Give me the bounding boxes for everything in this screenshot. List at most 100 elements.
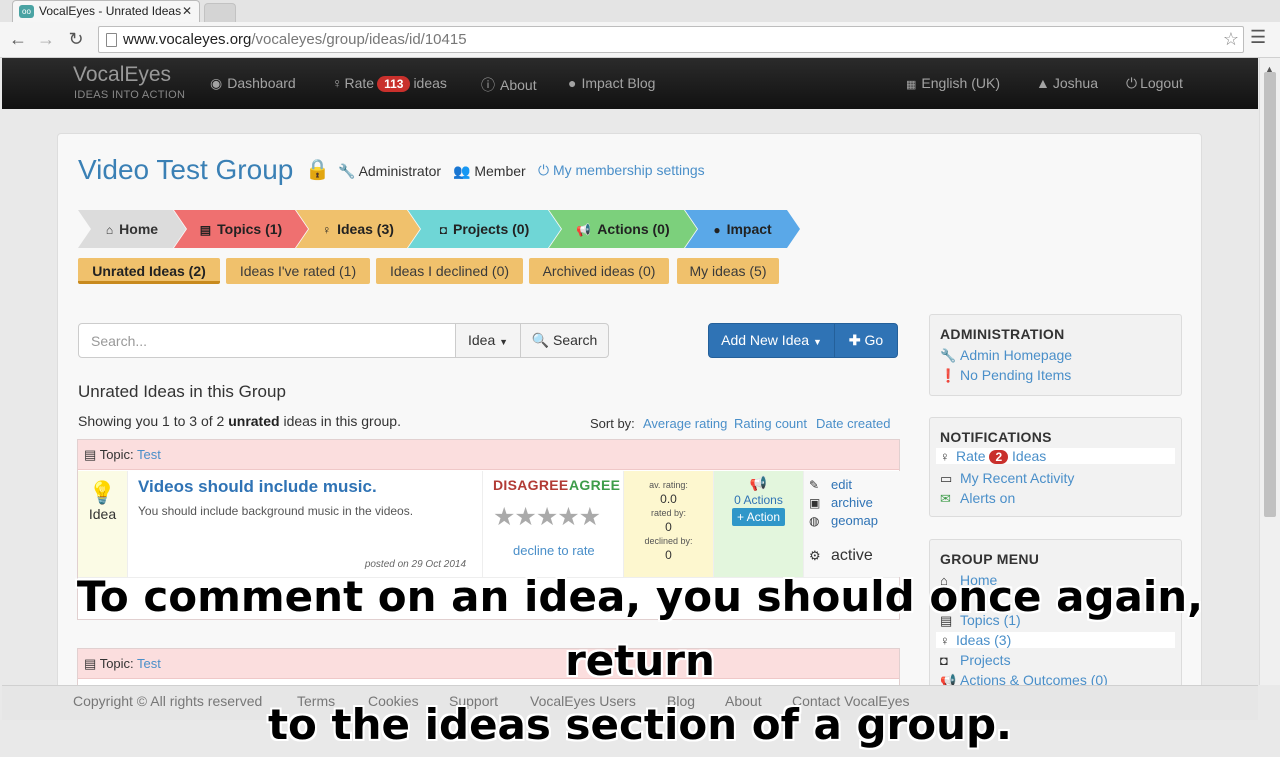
recent-activity-link[interactable]: ▭ My Recent Activity: [940, 470, 1074, 487]
alerts-link[interactable]: ✉ Alerts on: [940, 490, 1015, 507]
browser-menu-icon[interactable]: ☰: [1250, 27, 1266, 48]
admin-home-label: Admin Homepage: [960, 347, 1073, 363]
search-type-value: Idea: [468, 332, 496, 348]
search-box: [78, 323, 456, 358]
new-tab-button[interactable]: [204, 3, 236, 22]
search-icon: 🔍: [531, 332, 550, 348]
tab-home-label: Home: [119, 221, 159, 237]
comment-icon: ●: [568, 75, 577, 91]
membership-settings-link[interactable]: ⏻ My membership settings: [538, 162, 705, 179]
tab-projects[interactable]: ◘ Projects (0): [408, 210, 561, 248]
browser-tab[interactable]: oo VocalEyes - Unrated Ideas ✕: [12, 0, 200, 22]
forward-icon[interactable]: →: [34, 27, 58, 51]
results-summary: Showing you 1 to 3 of 2 unrated ideas in…: [78, 413, 401, 429]
power-icon: ⏻: [1126, 75, 1138, 91]
role-member-label: Member: [474, 163, 526, 179]
nav-impact-blog[interactable]: ● Impact Blog: [568, 75, 655, 91]
tab-title: VocalEyes - Unrated Ideas: [39, 4, 182, 18]
search-button-label: Search: [552, 332, 598, 348]
summary-post: ideas in this group.: [279, 413, 401, 429]
subtab-rated-ideas[interactable]: Ideas I've rated (1): [226, 258, 370, 284]
url-domain: www.vocaleyes.org: [123, 31, 252, 48]
archive-label: archive: [831, 495, 873, 510]
idea-main: Videos should include music. You should …: [128, 471, 483, 577]
admin-homepage-link[interactable]: 🔧 Admin Homepage: [940, 347, 1072, 364]
nav-language[interactable]: ▦ English (UK): [906, 75, 1000, 91]
subtab-my-ideas[interactable]: My ideas (5): [677, 258, 779, 284]
lock-icon: 🔒: [305, 159, 330, 181]
idea-operations-column: ✎ edit ▣ archive ◍ geomap ⚙ active: [804, 471, 900, 577]
add-new-idea-button[interactable]: Add New Idea ▼: [708, 323, 835, 358]
disagree-label: DISAGREE: [493, 477, 569, 493]
browser-toolbar: ← → ↻ www.vocaleyes.org/vocaleyes/group/…: [0, 22, 1280, 58]
nav-rate-label: Rate: [344, 75, 375, 91]
tab-topics-label: Topics (1): [217, 221, 283, 237]
idea-status[interactable]: ⚙ active: [809, 547, 873, 565]
search-button[interactable]: 🔍 Search: [520, 323, 609, 358]
tab-projects-label: Projects (0): [453, 221, 530, 237]
subtab-archived-ideas[interactable]: Archived ideas (0): [529, 258, 669, 284]
back-icon[interactable]: ←: [6, 27, 30, 51]
notif-rate-ideas-link[interactable]: ♀ Rate 2 Ideas: [936, 448, 1175, 464]
tab-ideas-label: Ideas (3): [337, 221, 394, 237]
pending-items-link[interactable]: ❗ No Pending Items: [940, 367, 1071, 384]
tab-ideas[interactable]: ♀ Ideas (3): [296, 210, 420, 248]
search-type-select[interactable]: Idea ▼: [455, 323, 521, 358]
search-input[interactable]: [79, 324, 455, 357]
plus-icon: ✚: [848, 332, 861, 348]
power-icon: ⏻: [538, 162, 550, 178]
nav-rate-ideas[interactable]: ♀ Rate 113 ideas: [332, 75, 447, 92]
archive-link[interactable]: ▣ archive: [809, 495, 873, 510]
caret-down-icon: ▼: [812, 337, 822, 347]
tab-home[interactable]: ⌂ Home: [78, 210, 186, 248]
list-icon: ▤: [199, 223, 212, 237]
idea-type-column: 💡 Idea: [78, 471, 128, 577]
envelope-icon: ✉: [940, 491, 951, 506]
reload-icon[interactable]: ↻: [64, 27, 88, 51]
nav-about[interactable]: ⓘ About: [481, 75, 537, 95]
bookmark-star-icon[interactable]: ☆: [1223, 27, 1239, 52]
geomap-label: geomap: [831, 513, 878, 528]
nav-logout[interactable]: ⏻ Logout: [1126, 75, 1183, 92]
status-label: active: [831, 547, 873, 564]
lightbulb-icon: ♀: [332, 75, 343, 91]
rating-stars[interactable]: ★★★★★: [493, 502, 601, 532]
sort-rating-count[interactable]: Rating count: [734, 416, 807, 431]
wrench-icon: 🔧: [940, 348, 957, 363]
brand-logo[interactable]: VocalEyes: [73, 63, 171, 87]
sort-average-rating[interactable]: Average rating: [643, 416, 727, 431]
subtab-unrated-ideas[interactable]: Unrated Ideas (2): [78, 258, 220, 284]
sort-date-created[interactable]: Date created: [816, 416, 890, 431]
scrollbar-thumb[interactable]: [1264, 72, 1276, 517]
topic-link[interactable]: Test: [137, 447, 161, 462]
subtab-declined-ideas[interactable]: Ideas I declined (0): [376, 258, 523, 284]
nav-user[interactable]: ▲ Joshua: [1036, 75, 1098, 91]
notifications-panel: NOTIFICATIONS ♀ Rate 2 Ideas ▭ My Recent A…: [929, 417, 1182, 517]
lightbulb-icon: ♀: [322, 223, 332, 237]
agree-label: AGREE: [569, 477, 621, 493]
nav-dashboard[interactable]: ◉ Dashboard: [210, 75, 296, 92]
role-administrator: 🔧 Administrator: [338, 163, 441, 180]
nav-language-label: English (UK): [921, 75, 1000, 91]
add-action-button[interactable]: + Action: [731, 508, 786, 526]
close-tab-icon[interactable]: ✕: [182, 1, 192, 21]
decline-to-rate-link[interactable]: decline to rate: [513, 543, 595, 558]
notifications-title: NOTIFICATIONS: [940, 429, 1052, 445]
tab-impact[interactable]: ● Impact: [685, 210, 800, 248]
topic-label: Topic:: [99, 447, 134, 462]
tab-impact-label: Impact: [726, 221, 772, 237]
address-bar[interactable]: www.vocaleyes.org/vocaleyes/group/ideas/…: [98, 26, 1244, 53]
tab-topics[interactable]: ▤ Topics (1): [174, 210, 308, 248]
declined-by-label: declined by:: [644, 536, 693, 546]
info-icon: ⓘ: [481, 77, 495, 93]
caption-line-2: to the ideas section of a group.: [267, 700, 1013, 749]
users-icon: 👥: [453, 163, 471, 179]
actions-count-link[interactable]: 0 Actions: [714, 493, 803, 507]
idea-title-link[interactable]: Videos should include music.: [138, 477, 377, 497]
alerts-label: Alerts on: [960, 490, 1016, 506]
geomap-link[interactable]: ◍ geomap: [809, 513, 878, 528]
edit-link[interactable]: ✎ edit: [809, 477, 852, 492]
go-button[interactable]: ✚ Go: [834, 323, 898, 358]
megaphone-icon: 📢: [576, 223, 592, 237]
tab-actions[interactable]: 📢 Actions (0): [549, 210, 697, 248]
